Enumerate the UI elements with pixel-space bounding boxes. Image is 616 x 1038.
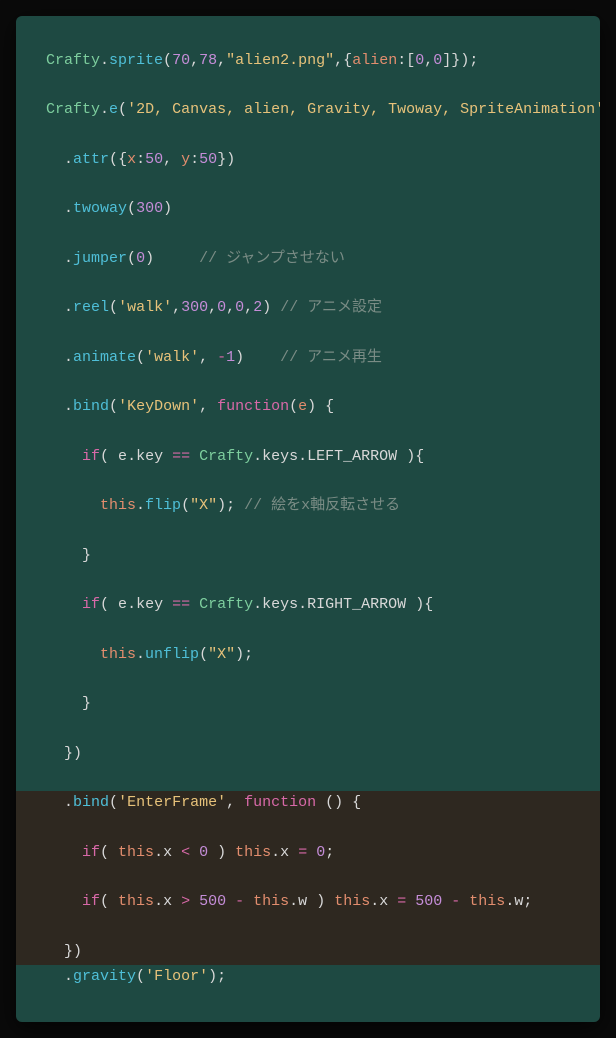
code-line: if( this.x < 0 ) this.x = 0; <box>46 841 600 866</box>
code-line: .twoway(300) <box>46 197 600 222</box>
code-line: Crafty.e('2D, Canvas, alien, Gravity, Tw… <box>46 98 600 123</box>
code-line: }) <box>46 940 600 965</box>
code-line: .animate('walk', -1) // アニメ再生 <box>46 346 600 371</box>
code-line: .gravity('Floor'); <box>46 965 600 990</box>
code-line: if( e.key == Crafty.keys.LEFT_ARROW ){ <box>46 445 600 470</box>
comment: // 絵をx軸反転させる <box>235 497 400 514</box>
code-line: this.unflip("X"); <box>46 643 600 668</box>
code-line: this.flip("X"); // 絵をx軸反転させる <box>46 494 600 519</box>
identifier: Crafty <box>46 52 100 69</box>
code-line: .bind('KeyDown', function(e) { <box>46 395 600 420</box>
code-line: } <box>46 692 600 717</box>
code-line: if( this.x > 500 - this.w ) this.x = 500… <box>46 890 600 915</box>
comment: // ジャンプさせない <box>199 250 345 267</box>
comment: // アニメ再生 <box>280 349 382 366</box>
code-line: }) <box>46 742 600 767</box>
comment: // アニメ設定 <box>280 299 382 316</box>
highlighted-block: .bind('EnterFrame', function () { if( th… <box>16 791 600 964</box>
code-editor: Crafty.sprite(70,78,"alien2.png",{alien:… <box>16 16 600 1022</box>
code-line: .reel('walk',300,0,0,2) // アニメ設定 <box>46 296 600 321</box>
method-call: sprite <box>109 52 163 69</box>
code-line: .attr({x:50, y:50}) <box>46 148 600 173</box>
code-line: Crafty.sprite(70,78,"alien2.png",{alien:… <box>46 49 600 74</box>
code-line: if( e.key == Crafty.keys.RIGHT_ARROW ){ <box>46 593 600 618</box>
code-line: } <box>46 544 600 569</box>
code-line: .bind('EnterFrame', function () { <box>46 791 600 816</box>
code-line: .jumper(0) // ジャンプさせない <box>46 247 600 272</box>
